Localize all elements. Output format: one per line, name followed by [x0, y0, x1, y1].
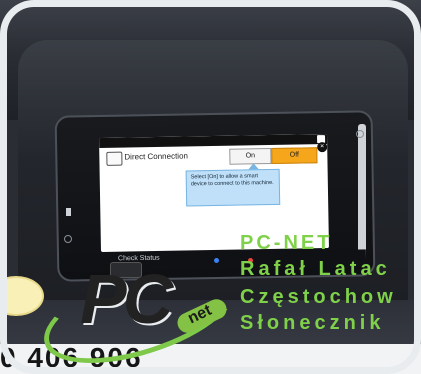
photo: Direct Connection On Off × Select [On] t… — [0, 0, 421, 374]
photo-frame — [0, 0, 421, 374]
